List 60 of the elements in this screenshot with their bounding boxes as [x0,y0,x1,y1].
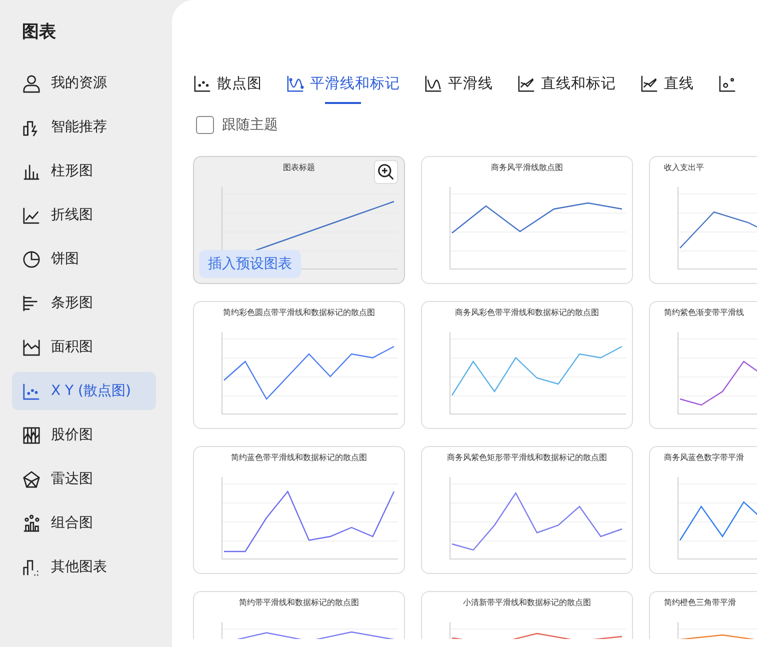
chart-title: 图表标题 [282,162,316,173]
template-card[interactable]: 收入支出平 [649,156,757,284]
chart-type-tab[interactable]: 直线和标记 [517,68,616,98]
template-card[interactable]: 图表标题 插入预设图表 [193,156,405,284]
chart-icon [517,74,536,92]
zoom-in-button[interactable] [374,160,398,184]
sidebar-item[interactable]: 组合图 [12,504,156,542]
chart-title: 简约紫色渐变带平滑线 [664,307,745,318]
chart-icon [22,470,41,488]
chart-title: 商务风蓝色数字带平滑 [664,452,745,463]
chart-title: 简约带平滑线和数据标记的散点图 [238,597,360,608]
checkbox-label: 跟随主题 [222,116,278,134]
chart-icon [286,74,305,92]
chart-title: 收入支出平 [664,162,705,173]
sidebar-item[interactable]: 智能推荐 [12,108,156,146]
chart-icon [22,514,41,532]
chart-icon [22,382,41,400]
chart-icon [22,206,41,224]
sidebar-item[interactable]: 股价图 [12,416,156,454]
sidebar-item[interactable]: 我的资源 [12,64,156,102]
chart-title: 商务风紫色矩形带平滑线和数据标记的散点图 [446,452,608,463]
template-card[interactable]: 简约橙色三角带平滑 [649,591,757,639]
sidebar-item[interactable]: 条形图 [12,284,156,322]
chart-icon [22,558,41,576]
chart-title: 商务风彩色带平滑线和数据标记的散点图 [454,307,600,318]
chart-icon [22,338,41,356]
template-card[interactable]: 商务风蓝色数字带平滑 [649,446,757,574]
chart-title: 简约蓝色带平滑线和数据标记的散点图 [230,452,368,463]
chart-type-tab[interactable]: 直线 [640,68,694,98]
template-card[interactable]: 小清新带平滑线和数据标记的散点图 [421,591,633,639]
chart-icon [718,74,737,92]
chart-title: 简约橙色三角带平滑 [664,597,737,608]
chart-type-tab[interactable]: 平滑线 [424,68,493,98]
chart-icon [22,426,41,444]
chart-title: 商务风平滑线散点图 [490,162,564,173]
chart-icon [22,250,41,268]
follow-theme-checkbox[interactable] [196,116,214,134]
sidebar-item[interactable]: 雷达图 [12,460,156,498]
sidebar-item[interactable]: 其他图表 [12,548,156,586]
sidebar-item[interactable]: 饼图 [12,240,156,278]
chart-type-tab[interactable]: 散点图 [193,68,262,98]
chart-icon [640,74,659,92]
chart-icon [424,74,443,92]
chart-icon [193,74,212,92]
template-card[interactable]: 商务风紫色矩形带平滑线和数据标记的散点图 [421,446,633,574]
chart-title: 简约彩色圆点带平滑线和数据标记的散点图 [222,307,376,318]
template-card[interactable]: 商务风平滑线散点图 [421,156,633,284]
template-card[interactable]: 简约彩色圆点带平滑线和数据标记的散点图 [193,301,405,429]
sidebar-item[interactable]: X Y (散点图) [12,372,156,410]
sidebar-item[interactable]: 面积图 [12,328,156,366]
sidebar-item[interactable]: 柱形图 [12,152,156,190]
template-card[interactable]: 简约蓝色带平滑线和数据标记的散点图 [193,446,405,574]
chart-title: 小清新带平滑线和数据标记的散点图 [462,597,592,608]
template-card[interactable]: 商务风彩色带平滑线和数据标记的散点图 [421,301,633,429]
person-icon [22,74,41,92]
template-card[interactable]: 简约带平滑线和数据标记的散点图 [193,591,405,639]
insert-preset-chart-button[interactable]: 插入预设图表 [199,250,301,278]
panel-title: 图表 [21,21,57,43]
sidebar-item[interactable]: 折线图 [12,196,156,234]
template-card[interactable]: 简约紫色渐变带平滑线 [649,301,757,429]
